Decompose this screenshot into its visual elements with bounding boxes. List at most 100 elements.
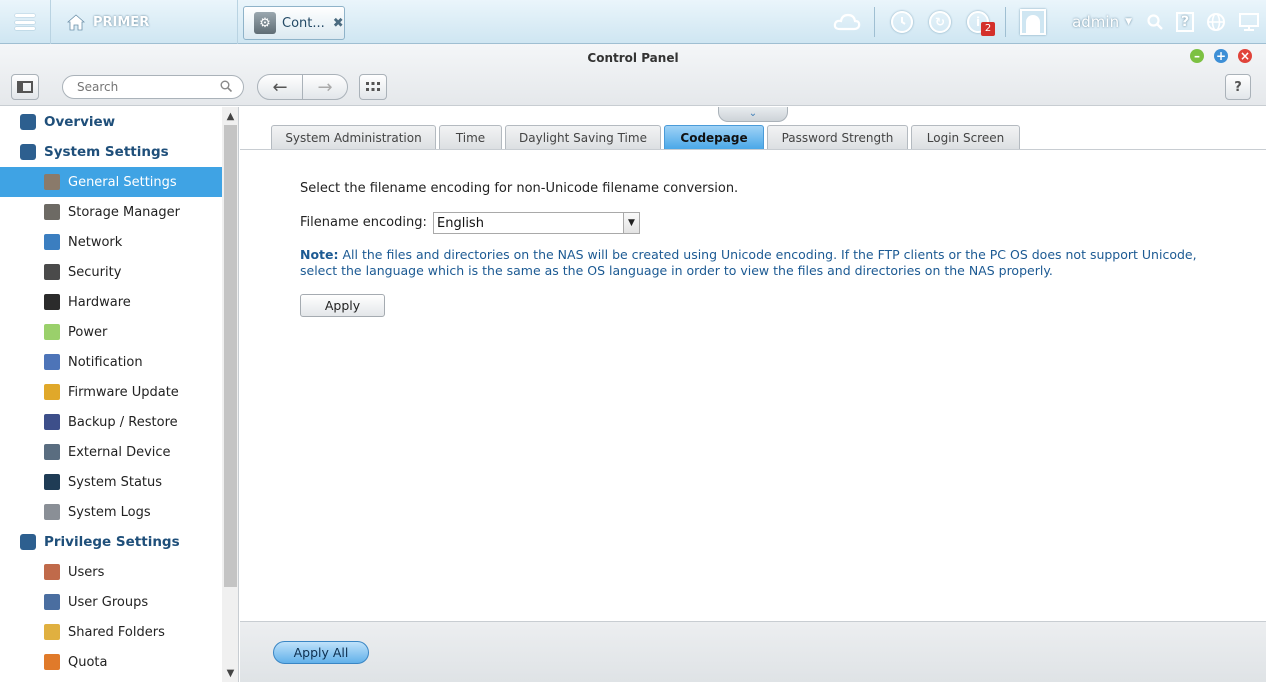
- system-tray: ↻ i 2 admin ▼ ?: [828, 0, 1266, 44]
- sidebar-item-label: External Device: [68, 444, 171, 460]
- sidebar-item-power[interactable]: Power: [0, 317, 222, 347]
- folder-icon: [44, 624, 60, 640]
- sidebar-item-general-settings[interactable]: General Settings: [0, 167, 222, 197]
- sidebar-item-label: System Settings: [44, 144, 169, 160]
- sidebar-item-system-status[interactable]: System Status: [0, 467, 222, 497]
- minimize-button[interactable]: –: [1190, 49, 1204, 63]
- open-app-tab-label: Cont...: [282, 15, 325, 31]
- control-panel-icon: ⚙: [254, 12, 276, 34]
- apply-button[interactable]: Apply: [300, 294, 385, 317]
- tab-login-screen[interactable]: Login Screen: [911, 125, 1020, 149]
- search-icon: [1147, 14, 1163, 30]
- sidebar-item-label: General Settings: [68, 174, 177, 190]
- logs-icon: [44, 504, 60, 520]
- filename-encoding-select[interactable]: English ▼: [433, 212, 640, 234]
- main-menu-button[interactable]: [0, 0, 50, 44]
- external-device-tray-button[interactable]: ↻: [921, 0, 959, 44]
- tab-password-strength[interactable]: Password Strength: [767, 125, 908, 149]
- tab-daylight-saving-time[interactable]: Daylight Saving Time: [505, 125, 661, 149]
- sidebar: Overview System Settings General Settings S…: [0, 107, 222, 682]
- forward-button[interactable]: →: [303, 75, 347, 99]
- search-icon[interactable]: [220, 80, 232, 92]
- sidebar-item-label: Network: [68, 234, 123, 250]
- sidebar-scrollbar[interactable]: ▲ ▼: [222, 107, 239, 682]
- language-button[interactable]: [1200, 0, 1232, 44]
- chevron-down-icon[interactable]: ▼: [623, 213, 639, 233]
- app-grid-button[interactable]: [359, 74, 387, 100]
- sidebar-item-users[interactable]: Users: [0, 557, 222, 587]
- search-button[interactable]: [1140, 0, 1170, 44]
- monitor-icon: [1239, 13, 1259, 31]
- tab-system-administration[interactable]: System Administration: [271, 125, 436, 149]
- sidebar-item-system-logs[interactable]: System Logs: [0, 497, 222, 527]
- sidebar-item-network[interactable]: Network: [0, 227, 222, 257]
- desktop-preferences-button[interactable]: [1232, 0, 1266, 44]
- open-app-tab-control-panel[interactable]: ⚙ Cont... ✖: [243, 6, 345, 40]
- sidebar-item-system-settings[interactable]: System Settings: [0, 137, 222, 167]
- chevron-down-icon[interactable]: ▼: [1125, 17, 1132, 27]
- event-notification-button[interactable]: i 2: [959, 0, 997, 44]
- sidebar-item-user-groups[interactable]: User Groups: [0, 587, 222, 617]
- collapse-header-button[interactable]: ⌄: [718, 107, 788, 122]
- sidebar-item-label: System Logs: [68, 504, 151, 520]
- main-content: ⌄ System Administration Time Daylight Savi…: [240, 107, 1266, 621]
- background-tasks-button[interactable]: [883, 0, 921, 44]
- cloud-button[interactable]: [828, 0, 866, 44]
- sidebar-item-privilege-settings[interactable]: Privilege Settings: [0, 527, 222, 557]
- sidebar-item-quota[interactable]: Quota: [0, 647, 222, 677]
- scroll-down-arrow[interactable]: ▼: [222, 666, 239, 682]
- globe-icon: [1207, 13, 1225, 31]
- monitor-icon: [44, 474, 60, 490]
- tab-bar: System Administration Time Daylight Saving…: [271, 125, 1020, 149]
- maximize-button[interactable]: +: [1214, 49, 1228, 63]
- clock-icon: [891, 11, 914, 33]
- chevron-down-icon: ⌄: [748, 108, 758, 119]
- sidebar-item-notification[interactable]: Notification: [0, 347, 222, 377]
- sidebar-item-label: System Status: [68, 474, 163, 490]
- search-input[interactable]: [62, 75, 244, 99]
- sidebar-item-overview[interactable]: Overview: [0, 107, 222, 137]
- gear-icon: [20, 144, 36, 160]
- backup-icon: [44, 414, 60, 430]
- sidebar-item-external-device[interactable]: External Device: [0, 437, 222, 467]
- codepage-description: Select the filename encoding for non-Uni…: [300, 181, 739, 196]
- user-name[interactable]: admin: [1052, 13, 1125, 31]
- close-icon[interactable]: ✖: [333, 16, 344, 31]
- sidebar-item-label: User Groups: [68, 594, 149, 610]
- window-titlebar: Control Panel – + × ← → ?: [0, 44, 1266, 106]
- firmware-icon: [44, 384, 60, 400]
- scroll-up-arrow[interactable]: ▲: [222, 109, 239, 125]
- sidebar-item-shared-folders[interactable]: Shared Folders: [0, 617, 222, 647]
- back-button[interactable]: ←: [258, 75, 303, 99]
- sidebar-item-security[interactable]: Security: [0, 257, 222, 287]
- storage-icon: [44, 204, 60, 220]
- arrow-left-icon: ←: [272, 76, 288, 98]
- sidebar-item-label: Power: [68, 324, 108, 340]
- user-avatar-button[interactable]: [1014, 0, 1052, 44]
- overview-icon: [20, 114, 36, 130]
- sidebar-item-hardware[interactable]: Hardware: [0, 287, 222, 317]
- network-icon: [44, 234, 60, 250]
- note-label: Note:: [300, 247, 339, 262]
- home-button[interactable]: PRIMER: [50, 0, 238, 44]
- tab-codepage[interactable]: Codepage: [664, 125, 764, 149]
- sidebar-item-label: Firmware Update: [68, 384, 179, 400]
- user-groups-icon: [44, 594, 60, 610]
- tab-time[interactable]: Time: [439, 125, 502, 149]
- avatar: [1020, 9, 1047, 35]
- user-icon: [20, 534, 36, 550]
- scrollbar-thumb[interactable]: [224, 125, 237, 587]
- apply-all-button[interactable]: Apply All: [273, 641, 369, 664]
- window-help-button[interactable]: ?: [1225, 74, 1251, 100]
- help-button[interactable]: ?: [1170, 0, 1200, 44]
- sidebar-item-label: Notification: [68, 354, 143, 370]
- close-window-button[interactable]: ×: [1238, 49, 1252, 63]
- sidebar-item-storage-manager[interactable]: Storage Manager: [0, 197, 222, 227]
- sidebar-item-backup-restore[interactable]: Backup / Restore: [0, 407, 222, 437]
- notification-icon: [44, 354, 60, 370]
- users-icon: [44, 564, 60, 580]
- sidebar-toggle-button[interactable]: [11, 74, 39, 100]
- sidebar-item-firmware-update[interactable]: Firmware Update: [0, 377, 222, 407]
- home-label: PRIMER: [93, 14, 150, 30]
- sidebar-icon: [17, 81, 33, 93]
